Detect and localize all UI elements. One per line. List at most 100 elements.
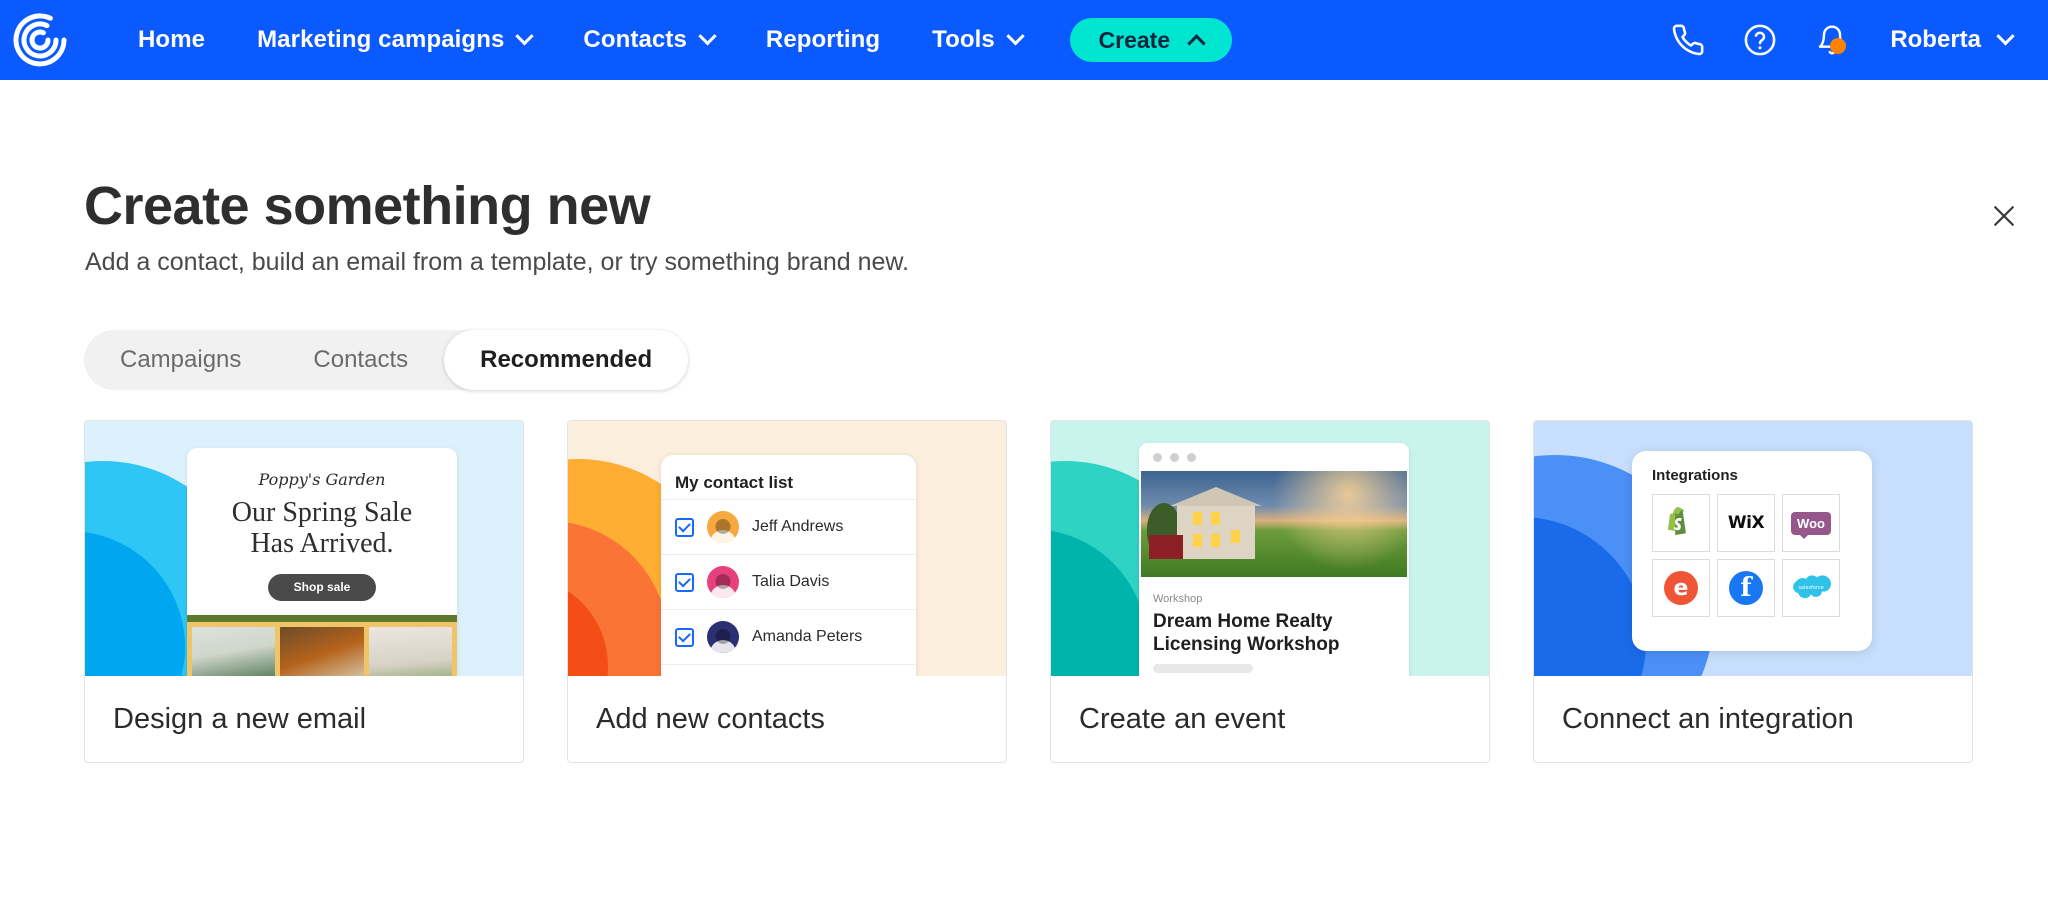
card-label: Add new contacts — [596, 702, 825, 735]
contact-row: Jeff Andrews — [661, 499, 916, 554]
contact-list-title: My contact list — [675, 473, 794, 492]
user-name-label: Roberta — [1890, 26, 1981, 53]
nav-item-label: Tools — [932, 26, 995, 53]
nav-item-label: Marketing campaigns — [257, 26, 505, 53]
page-subtitle: Add a contact, build an email from a tem… — [85, 248, 910, 276]
event-page-preview-art: Workshop Dream Home Realty Licensing Wor… — [1051, 421, 1489, 676]
page-title: Create something new — [84, 176, 651, 236]
nav-item-label: Reporting — [765, 26, 881, 53]
tab-label: Recommended — [480, 346, 653, 373]
contact-list-mockup: My contact list Jeff Andrews Talia Davis — [661, 455, 916, 676]
create-button[interactable]: Create — [1069, 18, 1232, 62]
window-dot — [1170, 452, 1179, 462]
svg-text:salesforce: salesforce — [1798, 585, 1823, 591]
user-account-menu[interactable]: Roberta — [1868, 26, 2030, 54]
email-photo — [280, 626, 364, 676]
card-design-a-new-email[interactable]: Poppy's Garden Our Spring Sale Has Arriv… — [84, 420, 524, 763]
integrations-panel: Integrations WiX Woo e f salesforce — [1632, 451, 1872, 651]
facebook-logo-text: f — [1729, 571, 1763, 605]
email-headline-line-2: Has Arrived. — [250, 528, 394, 560]
email-photo — [368, 626, 452, 676]
chevron-down-icon — [1996, 26, 2015, 45]
email-cta-button: Shop sale — [268, 573, 376, 601]
contact-row-partial — [661, 664, 916, 676]
email-divider — [187, 614, 457, 622]
eventbrite-logo-icon: e — [1652, 559, 1710, 617]
nav-item-label: Home — [138, 26, 206, 53]
wix-logo-text: WiX — [1727, 513, 1765, 533]
avatar — [707, 566, 739, 598]
wix-logo-icon: WiX — [1717, 494, 1775, 552]
card-connect-an-integration[interactable]: Integrations WiX Woo e f salesforce Conn… — [1533, 420, 1973, 763]
placeholder-bar — [1153, 664, 1253, 674]
email-template-preview-art: Poppy's Garden Our Spring Sale Has Arriv… — [85, 421, 523, 676]
tab-recommended[interactable]: Recommended — [444, 330, 689, 390]
nav-item-reporting[interactable]: Reporting — [740, 26, 906, 54]
card-label: Create an event — [1079, 702, 1286, 735]
nav-item-tools[interactable]: Tools — [906, 26, 1048, 54]
contact-row: Amanda Peters — [661, 609, 916, 664]
email-photo-strip — [187, 621, 457, 676]
chevron-up-icon — [1187, 33, 1206, 53]
top-navigation-bar: Home Marketing campaigns Contacts Report… — [0, 0, 2048, 80]
facebook-logo-icon: f — [1717, 559, 1775, 617]
browser-window-mockup: Workshop Dream Home Realty Licensing Wor… — [1139, 443, 1409, 676]
checkbox-checked-icon — [675, 517, 694, 537]
nav-item-home[interactable]: Home — [112, 26, 231, 54]
create-button-label: Create — [1098, 26, 1171, 53]
contact-list-preview-art: My contact list Jeff Andrews Talia Davis — [568, 421, 1006, 676]
window-dot — [1187, 452, 1196, 462]
create-panel: Create something new Add a contact, buil… — [0, 80, 2048, 921]
header-utility-icons: Roberta — [1652, 0, 2030, 80]
card-add-new-contacts[interactable]: My contact list Jeff Andrews Talia Davis — [567, 420, 1007, 763]
browser-title-bar — [1139, 443, 1409, 471]
event-title-line-1: Dream Home Realty — [1153, 611, 1333, 632]
integrations-grid: WiX Woo e f salesforce — [1652, 494, 1872, 617]
avatar — [707, 621, 739, 653]
card-create-an-event[interactable]: Workshop Dream Home Realty Licensing Wor… — [1050, 420, 1490, 763]
nav-item-marketing-campaigns[interactable]: Marketing campaigns — [231, 26, 557, 54]
salesforce-logo-icon: salesforce — [1782, 559, 1840, 617]
email-brand-name: Poppy's Garden — [258, 470, 386, 489]
notifications-bell-icon[interactable] — [1796, 0, 1868, 80]
tab-campaigns[interactable]: Campaigns — [84, 330, 277, 390]
primary-nav-items: Home Marketing campaigns Contacts Report… — [112, 18, 1232, 62]
woocommerce-logo-icon: Woo — [1782, 494, 1840, 552]
contact-name: Amanda Peters — [752, 628, 863, 645]
email-headline-line-1: Our Spring Sale — [231, 497, 413, 528]
recommendation-card-grid: Poppy's Garden Our Spring Sale Has Arriv… — [84, 420, 1973, 763]
contact-name: Jeff Andrews — [752, 518, 844, 535]
contact-name: Talia Davis — [752, 573, 830, 590]
card-label: Design a new email — [113, 702, 367, 735]
chevron-down-icon — [515, 26, 535, 45]
event-details: Workshop Dream Home Realty Licensing Wor… — [1139, 577, 1409, 674]
avatar — [707, 511, 739, 543]
nav-item-contacts[interactable]: Contacts — [557, 26, 739, 54]
shopify-logo-icon — [1652, 494, 1710, 552]
card-label: Connect an integration — [1562, 702, 1854, 735]
email-mockup: Poppy's Garden Our Spring Sale Has Arriv… — [187, 448, 457, 676]
window-dot — [1153, 452, 1162, 462]
chevron-down-icon — [1006, 26, 1025, 45]
checkbox-checked-icon — [675, 627, 694, 647]
nav-item-label: Contacts — [583, 26, 687, 53]
event-kicker: Workshop — [1153, 593, 1203, 605]
integrations-title: Integrations — [1652, 467, 1738, 484]
tab-group: Campaigns Contacts Recommended — [84, 330, 689, 390]
tab-contacts[interactable]: Contacts — [277, 330, 444, 390]
help-icon[interactable] — [1724, 0, 1796, 80]
house-shape — [1170, 487, 1262, 559]
phone-icon[interactable] — [1652, 0, 1724, 80]
tab-label: Campaigns — [120, 346, 242, 373]
eventbrite-logo-text: e — [1664, 571, 1698, 605]
close-icon[interactable] — [1980, 192, 2028, 240]
tab-label: Contacts — [313, 346, 409, 373]
garage-shape — [1149, 535, 1183, 559]
event-title-line-2: Licensing Workshop — [1153, 634, 1340, 656]
chevron-down-icon — [698, 26, 717, 45]
constant-contact-logo-icon[interactable] — [12, 12, 68, 68]
integrations-preview-art: Integrations WiX Woo e f salesforce — [1534, 421, 1972, 676]
event-hero-image — [1141, 471, 1407, 577]
checkbox-checked-icon — [675, 572, 694, 592]
email-photo — [192, 626, 276, 676]
